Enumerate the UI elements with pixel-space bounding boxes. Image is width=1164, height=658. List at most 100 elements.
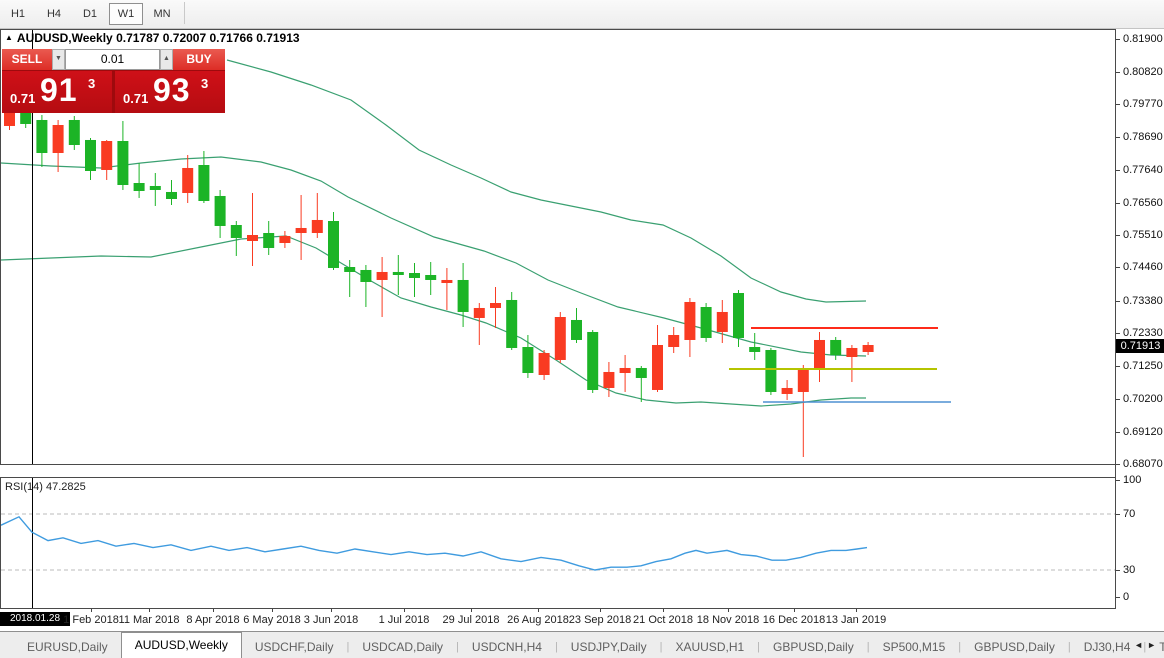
timeframe-toolbar: H1H4D1W1MN <box>0 0 1164 29</box>
chart-tab-usdcad-daily[interactable]: USDCAD,Daily <box>349 635 456 658</box>
buy-price-display[interactable]: 0.71 93 3 <box>115 71 225 113</box>
candlestick <box>717 312 728 332</box>
chart-title: ▲ AUDUSD,Weekly 0.71787 0.72007 0.71766 0… <box>5 31 300 45</box>
candlestick <box>474 308 485 318</box>
candlestick <box>733 293 744 338</box>
price-axis-tick <box>1116 39 1120 40</box>
candlestick <box>668 335 679 347</box>
chart-tab-xauusd-h1[interactable]: XAUUSD,H1 <box>662 635 757 658</box>
candlestick <box>150 186 161 190</box>
trade-controls-row: SELL ▼ 0.01 ▲ BUY <box>2 49 225 70</box>
time-axis-label: 11 Mar 2018 <box>119 614 180 626</box>
chart-tab-gbpusd-daily[interactable]: GBPUSD,Daily <box>760 635 867 658</box>
scroll-left-icon[interactable]: ◄ <box>1134 640 1147 650</box>
time-axis[interactable]: 2018.01.28 0:00 1 Feb 201811 Mar 20188 A… <box>0 609 1164 631</box>
rsi-line <box>1 517 867 570</box>
cursor-date-badge: 2018.01.28 0:00 <box>0 612 70 626</box>
candlestick <box>166 192 177 199</box>
timeframe-button-d1[interactable]: D1 <box>73 3 107 25</box>
sell-button[interactable]: SELL <box>2 49 52 70</box>
current-price-badge: 0.71913 <box>1116 339 1164 353</box>
time-axis-tickmark <box>213 609 214 612</box>
time-axis-tickmark <box>272 609 273 612</box>
time-axis-tickmark <box>471 609 472 612</box>
candlestick <box>53 125 64 153</box>
tab-scroll-arrows[interactable]: ◄► <box>1134 640 1160 650</box>
candlestick <box>36 120 47 153</box>
timeframe-button-mn[interactable]: MN <box>145 3 179 25</box>
price-axis-tick <box>1116 432 1120 433</box>
timeframe-button-w1[interactable]: W1 <box>109 3 143 25</box>
price-axis-tick <box>1116 267 1120 268</box>
time-axis-tickmark <box>91 609 92 612</box>
candlestick <box>296 228 307 233</box>
price-axis-label: 0.78690 <box>1123 131 1163 143</box>
price-axis-label: 0.70200 <box>1123 393 1163 405</box>
time-axis-label: 3 Jun 2018 <box>304 614 358 626</box>
price-axis-label: 0.72330 <box>1123 327 1163 339</box>
timeframe-button-h1[interactable]: H1 <box>1 3 35 25</box>
price-axis-label: 0.80820 <box>1123 66 1163 78</box>
price-axis[interactable]: 0.71913 0.819000.808200.797700.786900.77… <box>1115 29 1164 609</box>
chart-tab-sp500-m15[interactable]: SP500,M15 <box>870 635 959 658</box>
price-axis-label: 0.71250 <box>1123 360 1163 372</box>
rsi-axis-label: 0 <box>1123 591 1129 603</box>
chart-tab-dj30-h4[interactable]: DJ30,H4 <box>1071 635 1144 658</box>
lot-size-input[interactable]: 0.01 <box>65 49 160 70</box>
chart-tab-usdcnh-h4[interactable]: USDCNH,H4 <box>459 635 555 658</box>
time-axis-label: 18 Nov 2018 <box>697 614 759 626</box>
buy-button[interactable]: BUY <box>173 49 225 70</box>
time-axis-tickmark <box>728 609 729 612</box>
price-axis-tick <box>1116 301 1120 302</box>
price-axis-label: 0.69120 <box>1123 426 1163 438</box>
rsi-axis-label: 30 <box>1123 564 1135 576</box>
candlestick <box>247 235 258 241</box>
candlestick <box>69 120 80 145</box>
sell-price-display[interactable]: 0.71 91 3 <box>2 71 112 113</box>
sell-price-sup: 3 <box>88 76 95 91</box>
chart-tab-eurusd-daily[interactable]: EURUSD,Daily <box>14 635 121 658</box>
time-axis-label: 13 Jan 2019 <box>826 614 887 626</box>
candlestick <box>701 307 712 338</box>
candlestick <box>814 340 825 370</box>
chart-tab-usdjpy-daily[interactable]: USDJPY,Daily <box>558 635 660 658</box>
chart-tab-gbpusd-daily[interactable]: GBPUSD,Daily <box>961 635 1068 658</box>
candlestick <box>328 221 339 268</box>
timeframe-button-h4[interactable]: H4 <box>37 3 71 25</box>
price-axis-tick <box>1116 235 1120 236</box>
buy-price-sup: 3 <box>201 76 208 91</box>
time-axis-label: 21 Oct 2018 <box>633 614 693 626</box>
scroll-right-icon[interactable]: ► <box>1147 640 1160 650</box>
rsi-pane[interactable] <box>0 477 1115 609</box>
chart-tab-bar: EURUSD,DailyAUDUSD,WeeklyUSDCHF,Daily|US… <box>0 631 1164 658</box>
chart-tab-usdchf-daily[interactable]: USDCHF,Daily <box>242 635 347 658</box>
candlestick <box>377 272 388 280</box>
candlestick <box>765 350 776 392</box>
rsi-axis-tick <box>1116 480 1120 481</box>
trade-prices-row: 0.71 91 3 0.71 93 3 <box>2 71 225 113</box>
time-axis-tickmark <box>600 609 601 612</box>
lot-increase-icon[interactable]: ▲ <box>160 49 173 70</box>
candlestick <box>409 273 420 278</box>
chart-tab-audusd-weekly[interactable]: AUDUSD,Weekly <box>121 632 242 658</box>
lot-decrease-icon[interactable]: ▼ <box>52 49 65 70</box>
price-axis-label: 0.68070 <box>1123 458 1163 470</box>
candlestick <box>441 280 452 283</box>
chart-title-text: AUDUSD,Weekly 0.71787 0.72007 0.71766 0.… <box>17 31 300 45</box>
rsi-axis-tick <box>1116 514 1120 515</box>
candlestick <box>360 270 371 282</box>
price-axis-tick <box>1116 137 1120 138</box>
time-axis-tickmark <box>404 609 405 612</box>
candlestick <box>117 141 128 185</box>
time-axis-label: 23 Sep 2018 <box>569 614 631 626</box>
candlestick <box>344 267 355 272</box>
candlestick <box>652 345 663 390</box>
rsi-indicator-label: RSI(14) 47.2825 <box>5 481 86 493</box>
time-axis-label: 8 Apr 2018 <box>186 614 239 626</box>
candlestick <box>101 141 112 170</box>
time-axis-tickmark <box>538 609 539 612</box>
candlestick <box>620 368 631 373</box>
price-axis-tick <box>1116 464 1120 465</box>
timeframe-buttons: H1H4D1W1MN <box>0 4 180 21</box>
collapse-arrow-icon[interactable]: ▲ <box>5 33 13 42</box>
